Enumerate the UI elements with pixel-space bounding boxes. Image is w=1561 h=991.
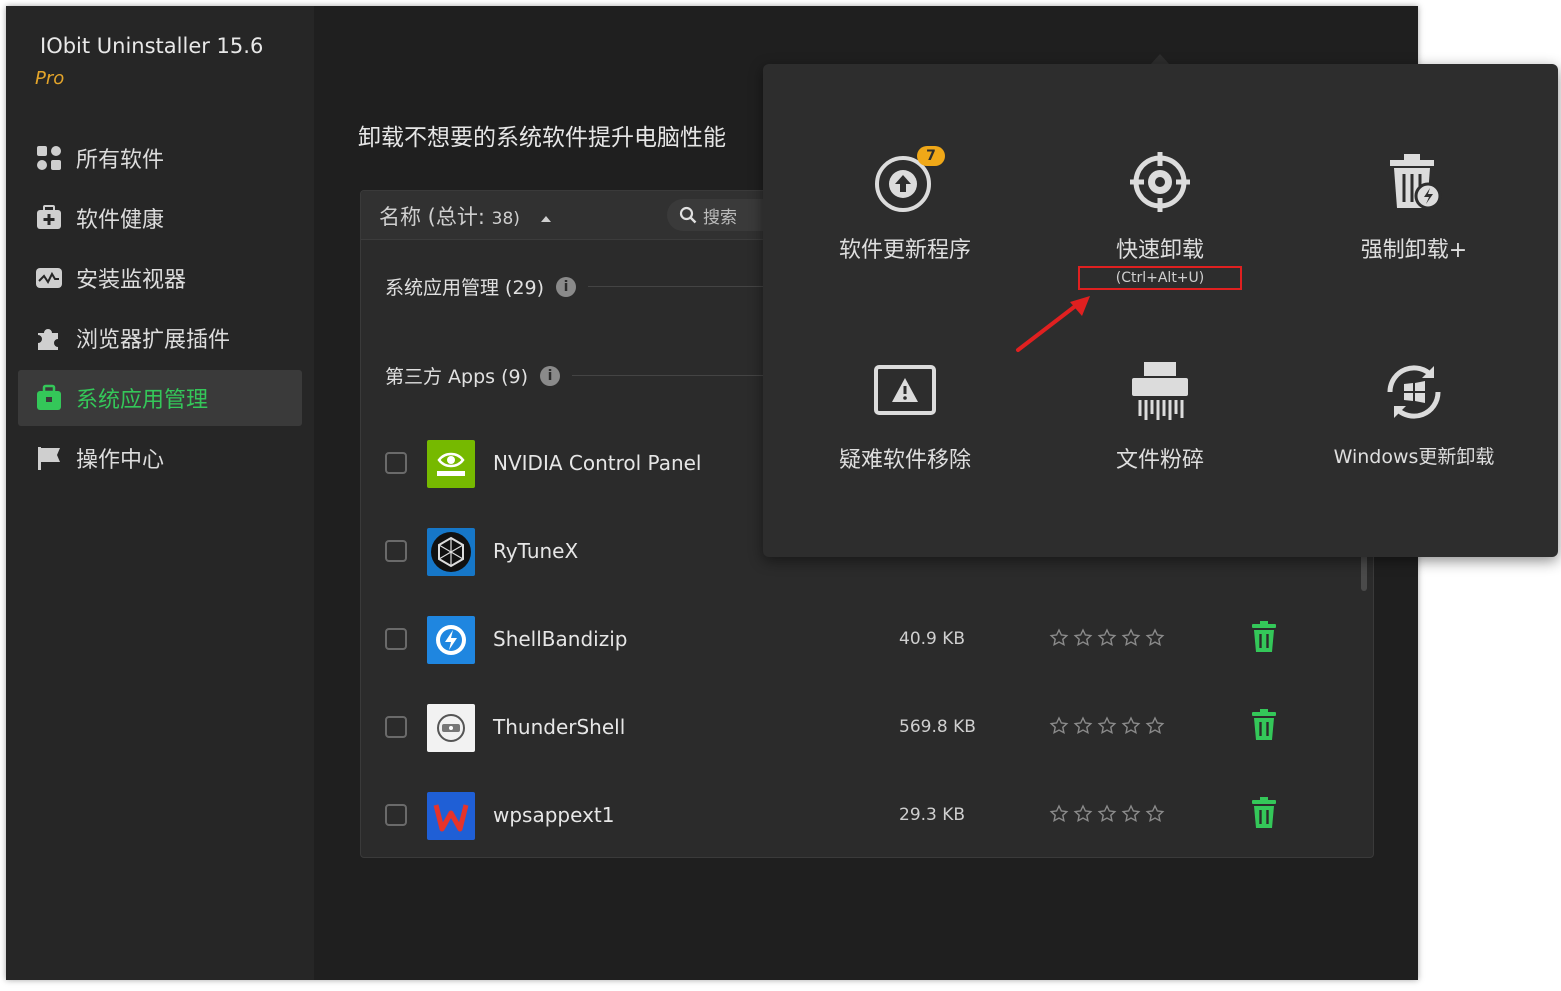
tool-label: 疑难软件移除 [838,448,971,473]
sidebar-item-install-monitor[interactable]: 安装监视器 [18,250,302,306]
table-row[interactable]: wpsappext1 29.3 KB [361,773,1373,857]
app-size: 29.3 KB [899,805,966,825]
rating-stars[interactable] [1049,628,1165,648]
info-icon[interactable]: i [540,365,561,386]
sidebar-item-label: 系统应用管理 [76,388,209,413]
page-headline: 卸载不想要的系统软件提升电脑性能 [358,125,726,151]
crosshair-icon [1128,142,1192,222]
info-icon[interactable]: i [556,276,577,297]
search-icon [679,206,697,224]
app-name: ShellBandizip [493,627,628,651]
sidebar-item-software-health[interactable]: 软件健康 [18,190,302,246]
uninstall-trash-icon[interactable] [1251,709,1277,745]
row-checkbox[interactable] [385,540,407,562]
sidebar: IObit Uninstaller 15.6 Pro 所有软件 软件健康 安装监… [6,6,314,980]
sidebar-item-system-apps[interactable]: 系统应用管理 [18,370,302,426]
medkit-icon [34,203,64,233]
monitor-icon [34,263,64,293]
sidebar-item-label: 所有软件 [76,148,165,173]
warning-box-icon [873,352,937,432]
tool-label: Windows更新卸载 [1333,446,1495,468]
edition-label: Pro [35,68,65,89]
tool-forced-uninstall[interactable]: 强制卸载+ [1304,142,1524,302]
wps-app-icon [427,792,475,840]
sidebar-item-browser-extensions[interactable]: 浏览器扩展插件 [18,310,302,366]
update-arrow-icon: 7 [873,142,945,222]
search-placeholder: 搜索 [703,207,737,228]
nvidia-app-icon [427,440,475,488]
app-name: RyTuneX [493,539,579,563]
grid-icon [34,143,64,173]
app-name: wpsappext1 [493,803,615,827]
bandizip-app-icon [427,616,475,664]
sidebar-item-label: 安装监视器 [76,268,187,293]
rytunex-app-icon [427,528,475,576]
sidebar-item-label: 操作中心 [76,448,165,473]
tool-windows-update-uninstall[interactable]: Windows更新卸载 [1304,352,1524,512]
update-count-badge: 7 [917,146,945,166]
sort-ascending-icon[interactable] [539,209,553,228]
tool-file-shredder[interactable]: 文件粉碎 [1050,352,1270,512]
shredder-icon [1128,352,1192,432]
rating-stars[interactable] [1049,716,1165,736]
tools-popup: 7 软件更新程序 快速卸载 (Ctrl+Alt+U) 强制卸载+ 疑难软件移除 … [763,64,1558,557]
row-checkbox[interactable] [385,716,407,738]
group-label: 系统应用管理 (29) [385,277,545,299]
puzzle-icon [34,323,64,353]
sidebar-item-label: 浏览器扩展插件 [76,328,231,353]
app-size: 569.8 KB [899,717,976,737]
app-name: ThunderShell [493,715,626,739]
column-name-label: 名称 (总计: [379,205,492,229]
briefcase-icon [34,383,64,413]
windows-update-icon [1382,352,1446,432]
column-total-count: 38) [491,209,520,229]
tool-quick-uninstall[interactable]: 快速卸载 (Ctrl+Alt+U) [1050,142,1270,302]
sidebar-item-action-center[interactable]: 操作中心 [18,430,302,486]
app-name: NVIDIA Control Panel [493,451,702,475]
thundershell-app-icon [427,704,475,752]
tool-label: 文件粉碎 [1115,448,1204,473]
hotkey-label: (Ctrl+Alt+U) [1077,266,1243,290]
row-checkbox[interactable] [385,452,407,474]
tool-label: 快速卸载 [1115,238,1204,263]
sidebar-item-all-software[interactable]: 所有软件 [18,130,302,186]
table-row[interactable]: ShellBandizip 40.9 KB [361,597,1373,685]
row-checkbox[interactable] [385,804,407,826]
uninstall-trash-icon[interactable] [1251,797,1277,833]
force-trash-icon [1382,142,1446,222]
uninstall-trash-icon[interactable] [1251,621,1277,657]
tool-software-updater[interactable]: 7 软件更新程序 [795,142,1015,302]
annotation-arrow-icon [1016,296,1090,352]
group-label: 第三方 Apps (9) [385,366,529,388]
table-row[interactable]: ThunderShell 569.8 KB [361,685,1373,773]
sidebar-nav: 所有软件 软件健康 安装监视器 浏览器扩展插件 系统应用管理 操作中心 [18,130,302,490]
tool-label: 强制卸载+ [1360,238,1468,263]
column-name-header[interactable]: 名称 (总计: 38) [379,201,520,231]
sidebar-item-label: 软件健康 [76,208,165,233]
flag-icon [34,443,64,473]
app-title: IObit Uninstaller 15.6 [40,34,264,58]
row-checkbox[interactable] [385,628,407,650]
tool-label: 软件更新程序 [838,238,971,263]
rating-stars[interactable] [1049,804,1165,824]
app-size: 40.9 KB [899,629,966,649]
tool-stubborn-removal[interactable]: 疑难软件移除 [795,352,1015,512]
